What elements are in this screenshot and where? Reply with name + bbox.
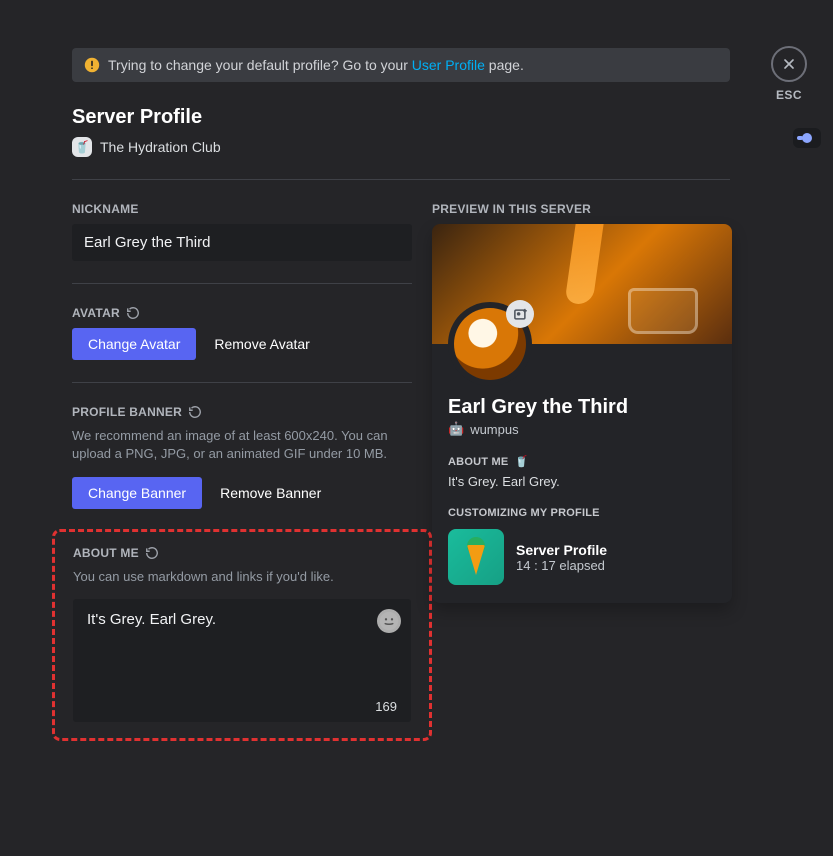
- preview-display-name: Earl Grey the Third: [448, 396, 716, 419]
- server-icon: 🥤: [72, 137, 92, 157]
- bot-icon: 🤖: [448, 421, 464, 437]
- divider: [72, 283, 412, 284]
- add-image-icon: [513, 307, 528, 322]
- about-me-char-count: 169: [375, 699, 397, 714]
- avatar-label: AVATAR: [72, 306, 412, 320]
- esc-label: ESC: [776, 88, 802, 102]
- warning-icon: [84, 57, 100, 73]
- change-banner-button[interactable]: Change Banner: [72, 477, 202, 509]
- activity-title: Server Profile: [516, 542, 607, 558]
- activity-elapsed: 14 : 17 elapsed: [516, 558, 607, 573]
- emoji-picker-button[interactable]: [377, 609, 401, 633]
- profile-notice: Trying to change your default profile? G…: [72, 48, 730, 82]
- page-title: Server Profile: [72, 106, 730, 129]
- close-button[interactable]: [771, 46, 807, 82]
- preview-activity-label: CUSTOMIZING MY PROFILE: [448, 507, 716, 519]
- notice-text-before: Trying to change your default profile? G…: [108, 57, 412, 73]
- change-avatar-button[interactable]: Change Avatar: [72, 328, 196, 360]
- preview-about-text: It's Grey. Earl Grey.: [448, 474, 716, 489]
- emoji-icon: [379, 611, 399, 631]
- preview-about-label: ABOUT ME 🥤: [448, 455, 716, 468]
- about-me-highlight: ABOUT ME You can use markdown and links …: [52, 529, 432, 740]
- profile-preview-card: Earl Grey the Third 🤖 wumpus ABOUT ME 🥤 …: [432, 224, 732, 603]
- banner-label: PROFILE BANNER: [72, 405, 412, 419]
- notice-text-after: page.: [485, 57, 524, 73]
- close-icon: [781, 56, 797, 72]
- about-me-hint: You can use markdown and links if you'd …: [73, 568, 411, 586]
- remove-banner-button[interactable]: Remove Banner: [216, 477, 325, 509]
- preview-username: 🤖 wumpus: [448, 421, 716, 437]
- preview-banner[interactable]: [432, 224, 732, 344]
- divider: [72, 179, 730, 180]
- nickname-input[interactable]: [72, 224, 412, 261]
- preview-activity: Server Profile 14 : 17 elapsed: [448, 529, 716, 585]
- reset-icon: [145, 546, 159, 560]
- divider: [72, 382, 412, 383]
- remove-avatar-button[interactable]: Remove Avatar: [210, 328, 313, 360]
- server-name: The Hydration Club: [100, 139, 221, 155]
- about-me-input[interactable]: [73, 599, 411, 717]
- banner-hint: We recommend an image of at least 600x24…: [72, 427, 412, 463]
- upload-avatar-button[interactable]: [506, 300, 534, 328]
- user-profile-link[interactable]: User Profile: [412, 57, 485, 73]
- reset-icon: [188, 405, 202, 419]
- cup-icon: 🥤: [514, 455, 528, 468]
- about-me-label: ABOUT ME: [73, 546, 411, 560]
- reset-icon: [126, 306, 140, 320]
- pencil-icon: [448, 529, 504, 585]
- nickname-label: NICKNAME: [72, 202, 412, 216]
- preview-label: PREVIEW IN THIS SERVER: [432, 202, 732, 216]
- server-row: 🥤 The Hydration Club: [72, 137, 730, 157]
